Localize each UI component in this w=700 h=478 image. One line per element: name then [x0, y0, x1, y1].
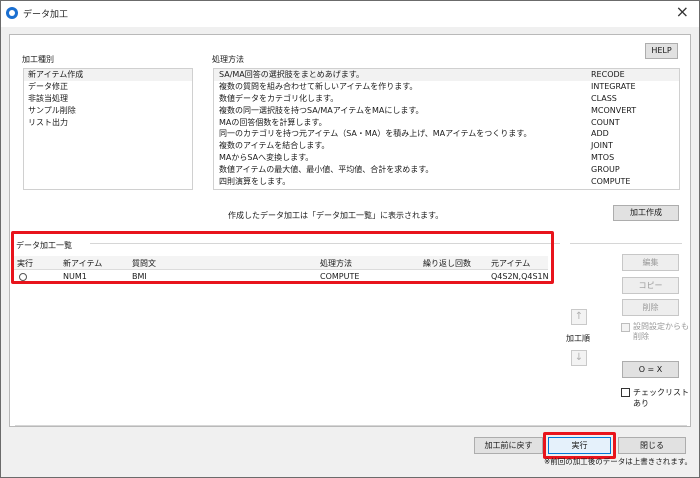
processing-method-label: 処理方法 [212, 55, 244, 64]
section-divider [570, 243, 682, 244]
checklist-label: チェックリストあり [633, 388, 689, 408]
method-code: COMPUTE [591, 177, 631, 187]
method-code: RECODE [591, 70, 625, 79]
delete-button[interactable]: 削除 [622, 299, 679, 316]
method-code: MCONVERT [591, 105, 637, 115]
delete-from-setting-checkbox[interactable] [621, 323, 630, 332]
create-note: 作成したデータ加工は「データ加工一覧」に表示されます。 [228, 211, 444, 220]
cell-source: Q4S2N,Q4S1N,C [491, 272, 548, 281]
method-code: ADD [591, 129, 609, 139]
reset-before-processing-button[interactable]: 加工前に戻す [474, 437, 543, 454]
processing-method-list[interactable]: SA/MA回答の選択肢をまとめあげます。 RECODE 複数の質問を組み合わせて… [213, 68, 680, 190]
close-button[interactable]: 閉じる [618, 437, 686, 454]
o-equals-x-button[interactable]: O = X [622, 361, 679, 378]
method-row-class[interactable]: 数値データをカテゴリ化します。 CLASS [214, 93, 679, 105]
create-processing-button[interactable]: 加工作成 [613, 205, 679, 221]
edit-button[interactable]: 編集 [622, 254, 679, 271]
cell-new-item: NUM1 [63, 272, 87, 281]
group-divider [90, 243, 560, 244]
processing-type-label: 加工種別 [22, 55, 54, 64]
move-down-icon[interactable]: ↓ [571, 350, 587, 366]
cell-question: BMI [132, 272, 147, 281]
method-desc: 数値データをカテゴリ化します。 [219, 93, 339, 103]
method-row-mconvert[interactable]: 複数の同一選択肢を持つSA/MAアイテムをMAにします。 MCONVERT [214, 105, 679, 117]
method-row-count[interactable]: MAの回答個数を計算します。 COUNT [214, 117, 679, 129]
processing-type-item[interactable]: サンプル削除 [24, 105, 192, 117]
method-row-group[interactable]: 数値アイテムの最大値、最小値、平均値、合計を求めます。 GROUP [214, 164, 679, 176]
app-icon [6, 7, 18, 19]
title-bar: データ加工 × [1, 1, 699, 27]
method-desc: 数値アイテムの最大値、最小値、平均値、合計を求めます。 [219, 165, 434, 175]
method-desc: SA/MA回答の選択肢をまとめあげます。 [219, 70, 364, 79]
table-row[interactable]: NUM1 BMI COMPUTE Q4S2N,Q4S1N,C [14, 270, 548, 283]
cell-method: COMPUTE [320, 272, 360, 281]
method-desc: MAの回答個数を計算します。 [219, 117, 327, 127]
bottom-divider [15, 425, 687, 426]
overwrite-note: ※前回の加工後のデータは上書きされます。 [544, 457, 693, 466]
processing-type-item[interactable]: リスト出力 [24, 117, 192, 129]
run-button[interactable]: 実行 [548, 437, 611, 454]
delete-from-setting-label-2: 削除 [633, 332, 649, 341]
data-processing-window: データ加工 × HELP 加工種別 新アイテム作成 データ修正 非該当処理 サン… [0, 0, 700, 478]
processing-list-header: 実行 新アイテム 質問文 処理方法 繰り返し回数 元アイテム [14, 256, 548, 270]
method-row-mtos[interactable]: MAからSAへ変換します。 MTOS [214, 152, 679, 164]
method-code: JOINT [591, 141, 613, 151]
processing-type-list[interactable]: 新アイテム作成 データ修正 非該当処理 サンプル削除 リスト出力 [23, 68, 193, 190]
method-row-recode[interactable]: SA/MA回答の選択肢をまとめあげます。 RECODE [214, 69, 679, 81]
processing-list-label: データ加工一覧 [16, 241, 72, 250]
method-code: MTOS [591, 153, 615, 163]
col-header-repeat: 繰り返し回数 [423, 259, 471, 268]
close-window-icon[interactable]: × [676, 4, 689, 20]
method-code: INTEGRATE [591, 81, 636, 91]
processing-type-item[interactable]: 非該当処理 [24, 93, 192, 105]
col-header-new-item: 新アイテム [63, 259, 103, 268]
method-desc: 複数の同一選択肢を持つSA/MAアイテムをMAにします。 [219, 105, 424, 115]
checklist-checkbox[interactable] [621, 388, 630, 397]
processing-type-item[interactable]: データ修正 [24, 81, 192, 93]
processing-list: NUM1 BMI COMPUTE Q4S2N,Q4S1N,C [14, 270, 548, 411]
method-row-add[interactable]: 同一のカテゴリを持つ元アイテム（SA・MA）を積み上げ、MAアイテムをつくります… [214, 128, 679, 140]
method-desc: 複数のアイテムを結合します。 [219, 141, 330, 151]
move-up-icon[interactable]: ↑ [571, 309, 587, 325]
col-header-run: 実行 [17, 259, 33, 268]
copy-button[interactable]: コピー [622, 277, 679, 294]
processing-type-item[interactable]: 新アイテム作成 [24, 69, 192, 81]
method-row-joint[interactable]: 複数のアイテムを結合します。 JOINT [214, 140, 679, 152]
order-label: 加工順 [566, 334, 590, 343]
run-radio[interactable] [19, 273, 27, 281]
method-desc: 同一のカテゴリを持つ元アイテム（SA・MA）を積み上げ、MAアイテムをつくります… [219, 129, 532, 139]
method-row-compute[interactable]: 四則演算をします。 COMPUTE [214, 176, 679, 188]
method-desc: 複数の質問を組み合わせて新しいアイテムを作ります。 [219, 81, 418, 91]
window-title: データ加工 [23, 10, 69, 20]
method-code: GROUP [591, 165, 620, 175]
method-desc: MAからSAへ変換します。 [219, 153, 314, 163]
help-button[interactable]: HELP [645, 43, 678, 59]
col-header-method: 処理方法 [320, 259, 352, 268]
col-header-question: 質問文 [132, 259, 156, 268]
col-header-source: 元アイテム [491, 259, 531, 268]
method-desc: 四則演算をします。 [219, 177, 291, 187]
method-row-integrate[interactable]: 複数の質問を組み合わせて新しいアイテムを作ります。 INTEGRATE [214, 81, 679, 93]
method-code: CLASS [591, 93, 617, 103]
method-code: COUNT [591, 117, 620, 127]
